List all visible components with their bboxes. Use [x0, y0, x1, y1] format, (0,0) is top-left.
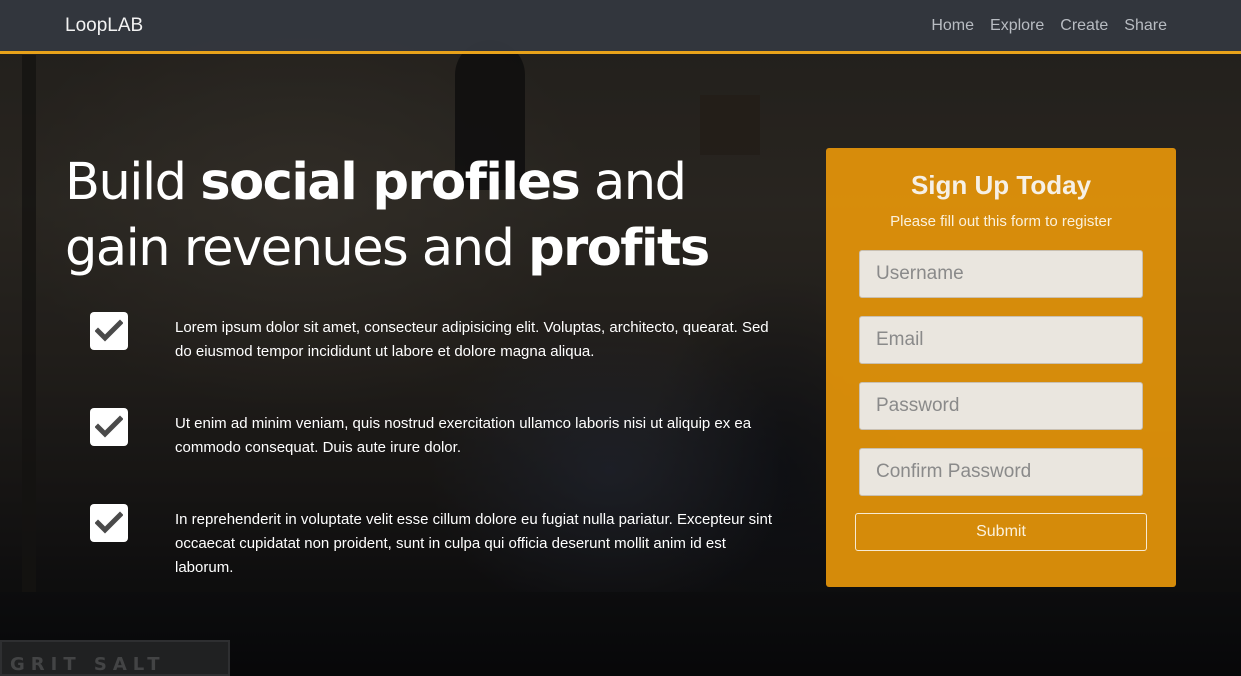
feature-text: Lorem ipsum dolor sit amet, consecteur a… [175, 319, 769, 360]
email-field[interactable] [859, 316, 1143, 364]
signup-title: Sign Up Today [910, 170, 1092, 200]
feature-item: Lorem ipsum dolor sit amet, consecteur a… [90, 312, 780, 408]
confirm-password-field[interactable] [859, 448, 1143, 496]
check-icon [90, 504, 128, 542]
password-field[interactable] [859, 382, 1143, 430]
headline-text: Build [65, 153, 201, 212]
nav-link-home[interactable]: Home [931, 17, 974, 35]
feature-item: Ut enim ad minim veniam, quis nostrud ex… [90, 408, 780, 504]
feature-item: In reprehenderit in voluptate velit esse… [90, 504, 780, 600]
feature-list: Lorem ipsum dolor sit amet, consecteur a… [90, 312, 780, 600]
signup-subtitle: Please fill out this form to register [890, 213, 1112, 230]
hero-headline: Build social profiles and gain revenues … [65, 150, 785, 282]
username-field[interactable] [859, 250, 1143, 298]
nav-link-explore[interactable]: Explore [990, 17, 1044, 35]
submit-button[interactable]: Submit [855, 513, 1147, 551]
feature-text: In reprehenderit in voluptate velit esse… [175, 511, 773, 576]
navbar: LoopLAB Home Explore Create Share [0, 0, 1241, 54]
check-icon [90, 408, 128, 446]
nav-link-share[interactable]: Share [1124, 17, 1167, 35]
brand-logo[interactable]: LoopLAB [65, 15, 143, 37]
nav-links: Home Explore Create Share [931, 17, 1167, 35]
check-icon [90, 312, 128, 350]
signup-card: Sign Up Today Please fill out this form … [826, 148, 1176, 587]
headline-bold-text: social profiles [200, 153, 581, 212]
feature-text: Ut enim ad minim veniam, quis nostrud ex… [175, 415, 752, 456]
headline-bold-text: profits [528, 219, 710, 278]
nav-link-create[interactable]: Create [1060, 17, 1108, 35]
